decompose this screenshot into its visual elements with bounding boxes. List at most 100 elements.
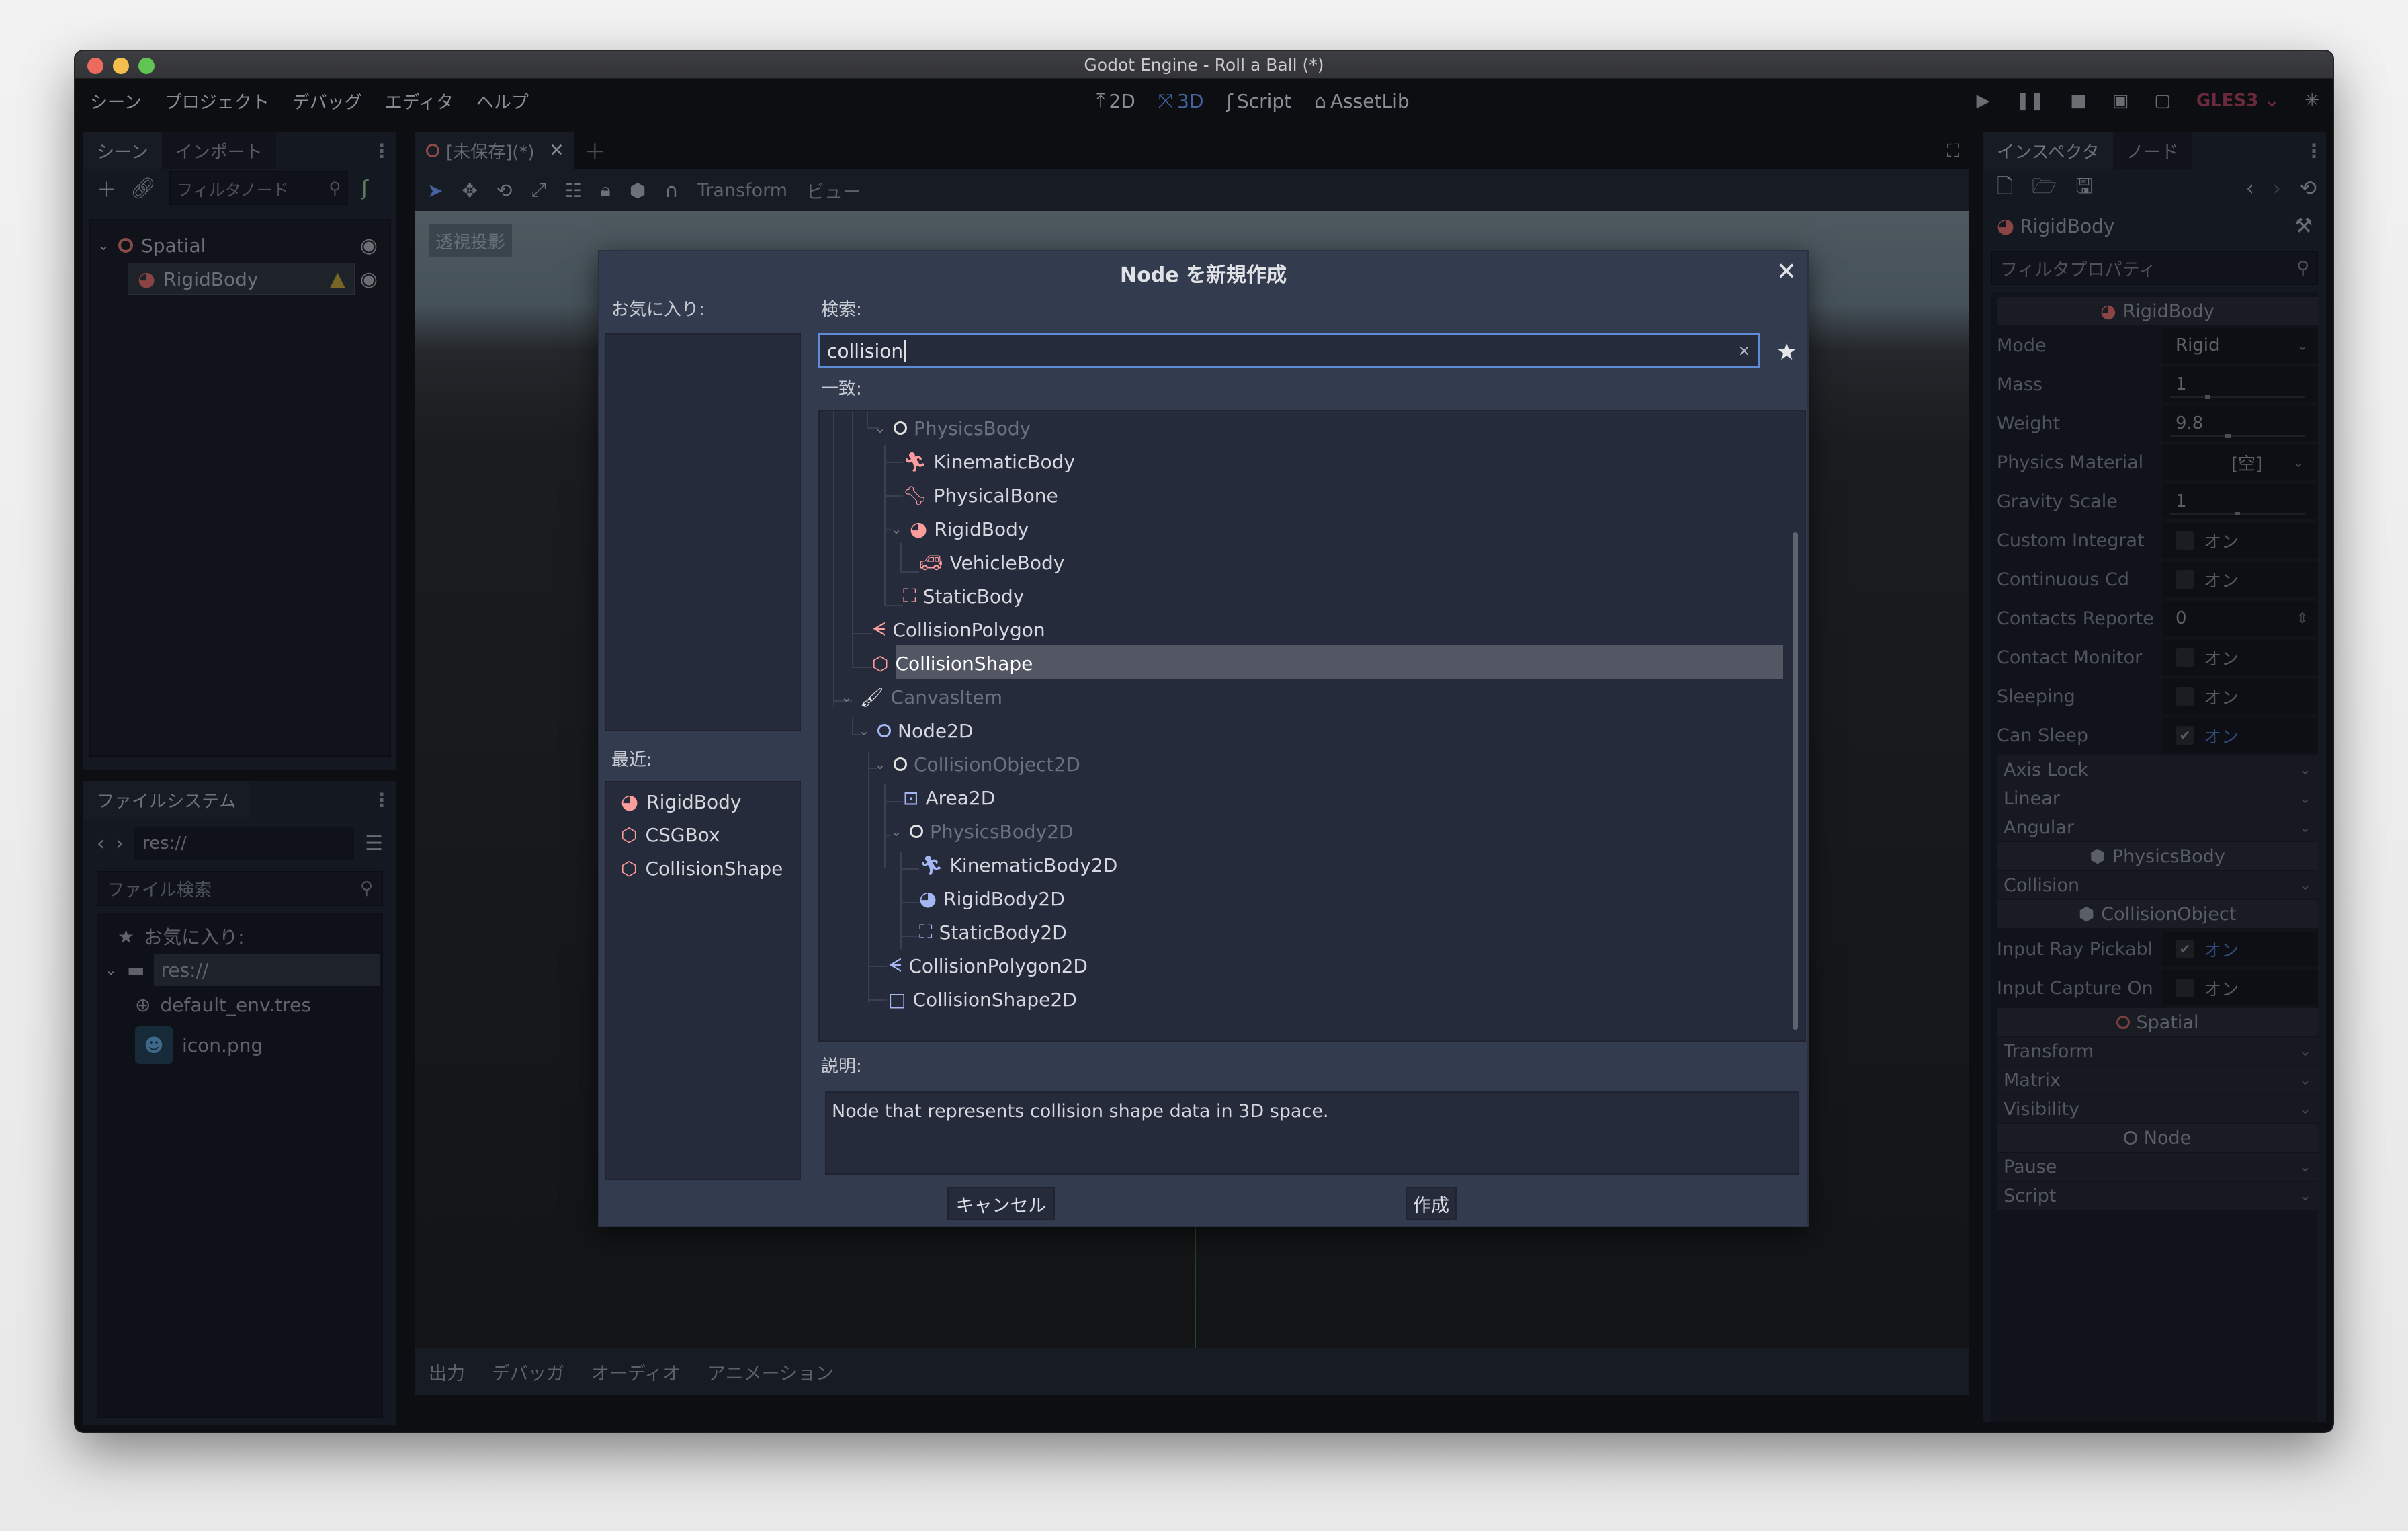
match-item-collisionpolygon2d[interactable]: ᗕ CollisionPolygon2D [888,949,1088,983]
match-item-kinematicbody[interactable]: 🏃︎ KinematicBody [903,445,1075,479]
tab-inspector[interactable]: インスペクタ [1983,132,2113,169]
can-sleep-checkbox[interactable]: ✔ オン [2162,718,2318,753]
match-item-physicsbody[interactable]: ⌄ PhysicsBody [873,411,1031,445]
input-ray-pickable-checkbox[interactable]: ✔ オン [2162,932,2318,966]
add-node-icon[interactable]: ＋ [97,173,117,203]
close-window-button[interactable] [87,58,103,74]
input-capture-checkbox[interactable]: オン [2162,970,2318,1005]
rotate-tool-icon[interactable]: ⟲ [497,179,512,202]
play-scene-icon[interactable]: ▣ [2112,91,2129,111]
group-script[interactable]: Script ⌄ [1997,1182,2318,1210]
checkbox-unchecked[interactable] [2176,648,2194,667]
menu-scene[interactable]: シーン [90,89,142,114]
chevron-down-icon[interactable]: ⌄ [840,689,853,705]
match-item-node2d[interactable]: ⌄ Node2D [857,714,974,747]
path-field[interactable]: res:// [134,827,355,860]
checkbox-unchecked[interactable] [2176,687,2194,706]
menu-editor[interactable]: エディタ [385,89,454,114]
minimize-window-button[interactable] [113,58,129,74]
attach-script-icon[interactable]: ʃ [361,177,368,200]
visibility-icon[interactable]: ◉ [360,234,378,257]
history-back-icon[interactable]: ‹ [2246,177,2254,200]
stop-icon[interactable]: ■ [2070,91,2087,111]
scene-tab-unsaved[interactable]: [未保存](*) ✕ [415,132,575,169]
recent-item-rigidbody[interactable]: ◕ RigidBody [621,790,741,814]
history-forward-icon[interactable]: › [2273,177,2281,200]
matches-scrollbar[interactable] [1793,532,1798,1030]
close-icon[interactable]: ✕ [1776,258,1797,286]
match-item-rigidbody2d[interactable]: ◕ RigidBody2D [919,882,1065,915]
create-button[interactable]: 作成 [1406,1187,1457,1220]
view-menu[interactable]: ビュー [806,177,861,204]
match-item-area2d[interactable]: ⊡ Area2D [903,781,995,815]
tab-scene[interactable]: シーン [83,132,162,169]
group-transform[interactable]: Transform ⌄ [1997,1037,2318,1065]
object-properties-icon[interactable]: ⚒ [2294,214,2313,238]
slider-grabber[interactable] [2205,395,2210,399]
spinner-arrows-icon[interactable]: ⇕ [2296,610,2309,627]
lock-icon[interactable]: 🔒︎ [601,179,611,202]
mode-select[interactable]: Rigid ⌄ [2162,328,2318,363]
match-item-rigidbody[interactable]: ⌄ ◕ RigidBody [890,512,1029,546]
checkbox-unchecked[interactable] [2176,570,2194,589]
favorite-star-icon[interactable]: ★ [1776,339,1797,366]
favorites-list[interactable] [605,333,801,731]
history-icon[interactable]: ⟲ [2300,177,2317,200]
contacts-reported-spinbox[interactable]: 0 ⇕ [2162,601,2318,636]
physics-material-picker[interactable]: [空] ⌄ [2162,445,2318,480]
match-item-vehiclebody[interactable]: 🚙︎ VehicleBody [919,546,1064,579]
favorites-item[interactable]: ★ お気に入り: [118,920,245,952]
menu-debug[interactable]: デバッグ [292,89,362,114]
slider-grabber[interactable] [2225,434,2231,438]
visibility-icon[interactable]: ◉ [360,267,378,291]
file-item-res[interactable]: ⌄ ▬ res:// [104,954,380,986]
snap-icon[interactable]: ∩ [664,179,679,202]
workspace-script-button[interactable]: ʃ Script [1227,89,1292,112]
group-collision[interactable]: Collision ⌄ [1997,871,2318,899]
match-item-canvasitem[interactable]: ⌄ 🖌︎ CanvasItem [840,680,1002,714]
group-angular[interactable]: Angular ⌄ [1997,813,2318,841]
pause-icon[interactable]: ❚❚ [2016,91,2045,111]
recent-item-csgbox[interactable]: ⬡ CSGBox [621,824,720,846]
continuous-cd-checkbox[interactable]: オン [2162,562,2318,597]
match-item-collisionpolygon[interactable]: ᗕ CollisionPolygon [872,613,1045,647]
checkbox-unchecked[interactable] [2176,531,2194,550]
match-item-staticbody[interactable]: ⛶ StaticBody [903,579,1024,613]
warning-icon[interactable]: ▲ [330,267,345,291]
tab-import[interactable]: インポート [161,132,276,169]
tab-node[interactable]: ノード [2112,132,2192,169]
tab-animation[interactable]: アニメーション [707,1359,834,1385]
match-item-collisionobject2d[interactable]: ⌄ CollisionObject2D [873,747,1080,781]
chevron-down-icon[interactable]: ⌄ [104,962,118,978]
group-axis-lock[interactable]: Axis Lock ⌄ [1997,755,2318,784]
tab-filesystem[interactable]: ファイルシステム [83,781,250,819]
match-item-physicalbone[interactable]: 🦴︎ PhysicalBone [903,479,1058,512]
back-icon[interactable]: ‹ [97,832,105,856]
perspective-menu[interactable]: 透視投影 [429,224,513,257]
scene-tree-item-rigidbody[interactable]: ◕ RigidBody [128,262,355,296]
match-item-kinematicbody2d[interactable]: 🏃︎ KinematicBody2D [919,848,1117,882]
checkbox-checked[interactable]: ✔ [2176,940,2194,958]
workspace-assetlib-button[interactable]: ⌂ AssetLib [1314,89,1409,112]
close-tab-icon[interactable]: ✕ [550,140,564,161]
play-icon[interactable]: ▶ [1977,91,1990,111]
link-instance-icon[interactable]: 🔗︎ [130,177,156,200]
split-view-icon[interactable]: ☰ [365,832,383,856]
add-tab-icon[interactable]: ＋ [584,135,605,166]
match-item-staticbody2d[interactable]: ⛶ StaticBody2D [919,915,1067,949]
tab-debugger[interactable]: デバッガ [492,1359,564,1385]
match-item-physicsbody2d[interactable]: ⌄ PhysicsBody2D [890,815,1074,848]
contact-monitor-checkbox[interactable]: オン [2162,640,2318,675]
group-visibility[interactable]: Visibility ⌄ [1997,1095,2318,1123]
save-icon[interactable]: 🖫︎ [2075,171,2093,206]
filter-properties-input[interactable]: フィルタプロパティ ⚲ [1991,251,2318,285]
chevron-down-icon[interactable]: ⌄ [857,722,871,739]
menu-help[interactable]: ヘルプ [476,89,529,114]
select-tool-icon[interactable]: ➤ [427,179,443,202]
chevron-down-icon[interactable]: ⌄ [873,756,887,772]
slider-grabber[interactable] [2235,512,2240,515]
workspace-2d-button[interactable]: ⤒ 2D [1096,89,1135,112]
renderer-select[interactable]: GLES3 ⌄ [2196,91,2279,111]
tab-output[interactable]: 出力 [429,1359,465,1385]
cancel-button[interactable]: キャンセル [947,1187,1055,1220]
